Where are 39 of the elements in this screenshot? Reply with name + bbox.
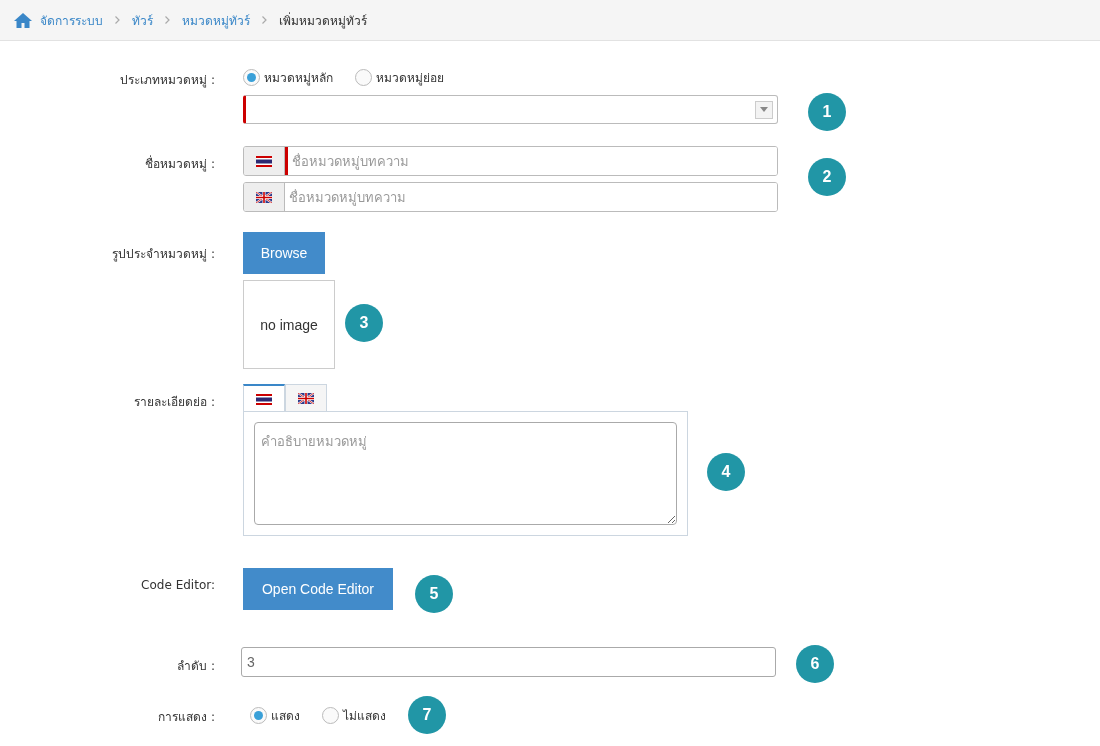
field-label: Code Editor:	[140, 577, 215, 592]
breadcrumb-link[interactable]: ทัวร์	[132, 10, 153, 30]
step-badge: 4	[707, 453, 745, 491]
step-badge: 2	[808, 158, 846, 196]
caret-icon	[755, 100, 773, 119]
step-badge: 3	[345, 304, 383, 342]
field-label: การแสดง :	[157, 709, 215, 726]
home-icon	[14, 12, 32, 28]
radio-option[interactable]: แสดง	[250, 705, 300, 725]
order-input[interactable]: 3	[241, 647, 776, 677]
thai-flag-icon	[256, 393, 272, 405]
description-textarea[interactable]: คำอธิบายหมวดหมู่	[254, 422, 677, 525]
radio-option[interactable]: ไม่แสดง	[322, 705, 386, 725]
name-input[interactable]: ชื่อหมวดหมู่บทความ	[243, 146, 778, 176]
field-label: ลำดับ :	[176, 658, 215, 675]
browse-button[interactable]: Browse	[243, 232, 325, 274]
step-badge: 1	[808, 93, 846, 131]
step-badge: 5	[415, 575, 453, 613]
breadcrumb-link[interactable]: เพิ่มหมวดหมู่ทัวร์	[279, 10, 367, 30]
field-label: ประเภทหมวดหมู่ :	[119, 72, 215, 89]
field-label: รายละเอียดย่อ :	[133, 394, 215, 411]
radio-option[interactable]: หมวดหมู่หลัก	[243, 67, 333, 87]
uk-flag-icon	[256, 191, 272, 203]
chevron-right-icon	[115, 16, 120, 24]
breadcrumb-link[interactable]: จัดการระบบ	[40, 10, 103, 30]
chevron-right-icon	[165, 16, 170, 24]
radio-option[interactable]: หมวดหมู่ย่อย	[355, 67, 444, 87]
thai-flag-icon	[256, 155, 272, 167]
uk-flag-icon	[298, 393, 314, 404]
language-tab[interactable]	[243, 384, 285, 412]
field-label: ชื่อหมวดหมู่ :	[144, 154, 215, 173]
step-badge: 7	[408, 696, 446, 734]
open-code-editor-button[interactable]: Open Code Editor	[243, 568, 393, 610]
chevron-right-icon	[262, 16, 267, 24]
step-badge: 6	[796, 645, 834, 683]
image-preview: no image	[243, 280, 335, 369]
name-input[interactable]: ชื่อหมวดหมู่บทความ	[243, 182, 778, 212]
breadcrumb-link[interactable]: หมวดหมู่ทัวร์	[182, 10, 250, 30]
field-label: รูปประจำหมวดหมู่ :	[111, 246, 215, 263]
